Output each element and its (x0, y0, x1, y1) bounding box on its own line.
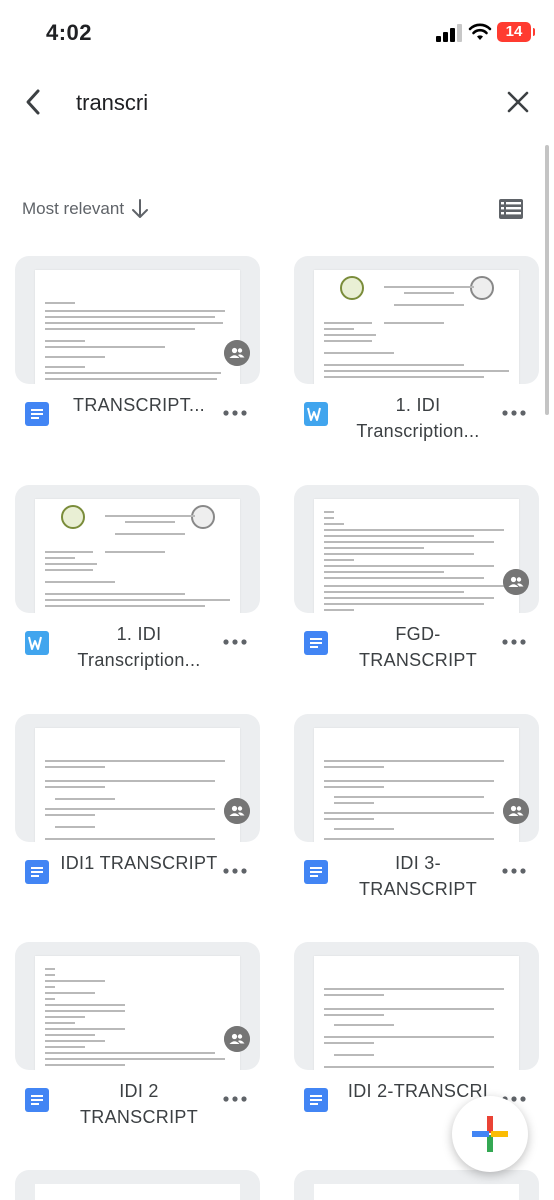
file-title[interactable]: FGD-TRANSCRIPT (338, 621, 498, 673)
file-card[interactable]: FGD-TRANSCRIPT (294, 485, 539, 695)
sort-bar: Most relevant (0, 190, 554, 230)
google-docs-icon (304, 631, 328, 655)
file-card[interactable]: IDI1 TRANSCRIPT (15, 714, 260, 924)
google-docs-icon (25, 1088, 49, 1112)
file-thumbnail[interactable] (294, 942, 539, 1070)
file-card[interactable]: TRANSCRIPT... (15, 256, 260, 466)
document-preview (314, 728, 519, 842)
cellular-signal-icon (436, 24, 462, 42)
status-bar: 4:02 14 (0, 0, 554, 68)
shared-people-icon (224, 798, 250, 824)
file-card[interactable]: 1. IDI Transcription... (294, 256, 539, 466)
file-card[interactable]: IDI 2 TRANSCRIPT (15, 942, 260, 1152)
new-file-button[interactable] (452, 1096, 528, 1172)
document-preview (35, 956, 240, 1070)
word-file-icon (25, 631, 49, 655)
more-options-icon[interactable] (500, 404, 528, 422)
shared-people-icon (224, 1026, 250, 1052)
file-thumbnail[interactable] (294, 485, 539, 613)
file-thumbnail[interactable] (15, 256, 260, 384)
document-preview (314, 270, 519, 384)
file-title[interactable]: IDI1 TRANSCRIPT (59, 850, 219, 876)
scrollbar[interactable] (545, 145, 549, 415)
file-thumbnail[interactable] (294, 256, 539, 384)
file-thumbnail[interactable] (15, 714, 260, 842)
next-row-card-right[interactable] (294, 1170, 539, 1200)
document-preview (35, 270, 240, 384)
back-arrow-icon[interactable] (16, 82, 56, 122)
plus-icon (472, 1116, 508, 1152)
file-title[interactable]: TRANSCRIPT... (59, 392, 219, 418)
list-view-icon[interactable] (498, 196, 524, 222)
wifi-icon (468, 23, 492, 40)
search-input[interactable]: transcri (76, 90, 148, 116)
file-title[interactable]: 1. IDI Transcription... (59, 621, 219, 673)
google-docs-icon (304, 1088, 328, 1112)
shared-people-icon (503, 569, 529, 595)
more-options-icon[interactable] (221, 1090, 249, 1108)
close-icon[interactable] (498, 82, 538, 122)
file-thumbnail[interactable] (15, 942, 260, 1070)
search-bar: transcri (0, 70, 554, 134)
file-title[interactable]: IDI 2 TRANSCRIPT (59, 1078, 219, 1130)
more-options-icon[interactable] (500, 633, 528, 651)
file-card[interactable]: IDI 3-TRANSCRIPT (294, 714, 539, 924)
shared-people-icon (224, 340, 250, 366)
google-docs-icon (25, 402, 49, 426)
file-title[interactable]: 1. IDI Transcription... (338, 392, 498, 444)
google-docs-icon (304, 860, 328, 884)
document-preview (314, 499, 519, 613)
document-preview (35, 728, 240, 842)
sort-button[interactable]: Most relevant (22, 199, 124, 219)
file-card[interactable]: 1. IDI Transcription... (15, 485, 260, 695)
shared-people-icon (503, 798, 529, 824)
file-title[interactable]: IDI 3-TRANSCRIPT (338, 850, 498, 902)
more-options-icon[interactable] (221, 862, 249, 880)
word-file-icon (304, 402, 328, 426)
arrow-down-icon[interactable] (130, 198, 150, 220)
document-preview (35, 499, 240, 613)
file-thumbnail[interactable] (294, 714, 539, 842)
document-preview (314, 956, 519, 1070)
more-options-icon[interactable] (221, 633, 249, 651)
file-thumbnail[interactable] (15, 485, 260, 613)
status-time: 4:02 (46, 20, 93, 45)
next-row-card-left[interactable] (15, 1170, 260, 1200)
google-docs-icon (25, 860, 49, 884)
more-options-icon[interactable] (221, 404, 249, 422)
battery-indicator: 14 (497, 22, 535, 42)
more-options-icon[interactable] (500, 862, 528, 880)
